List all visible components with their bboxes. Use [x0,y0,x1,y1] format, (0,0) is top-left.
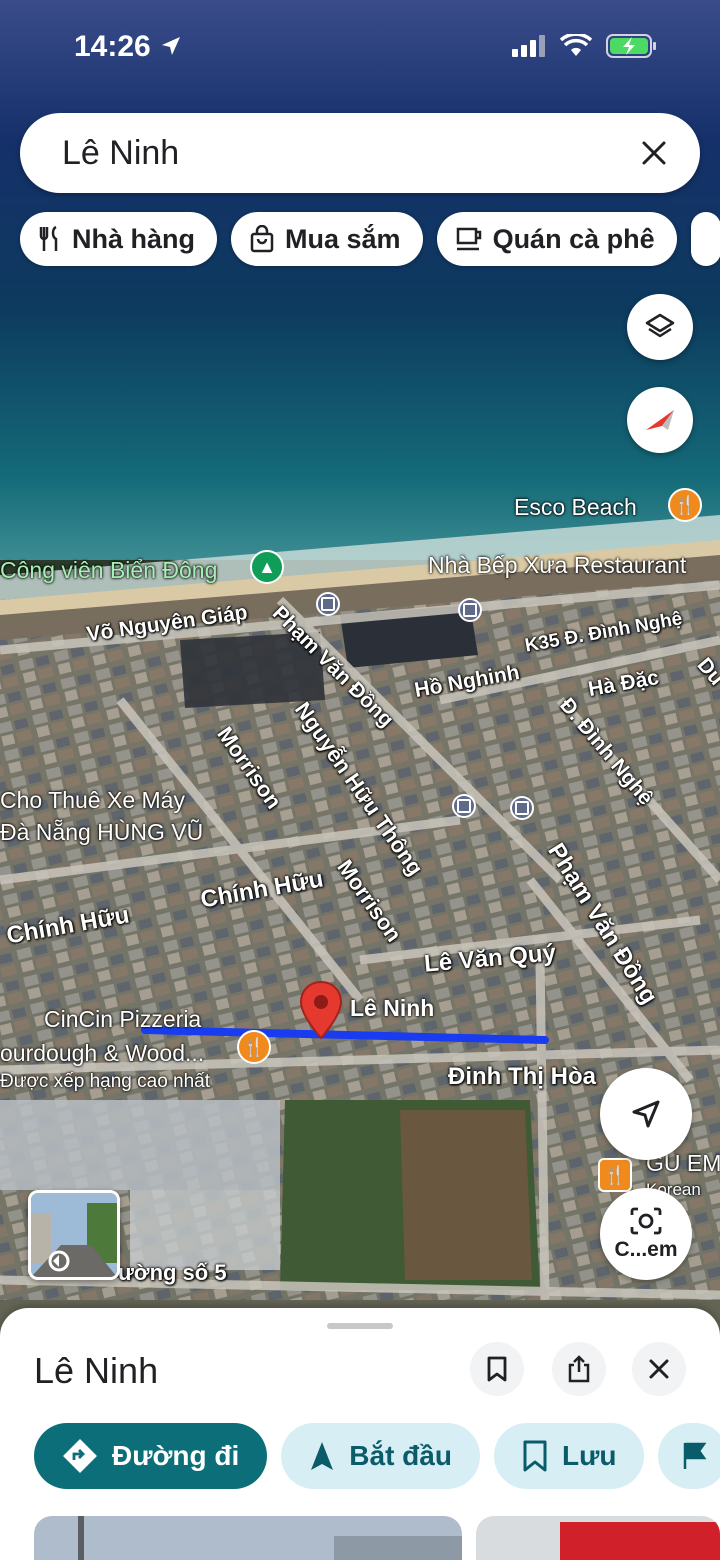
search-input[interactable]: Lê Ninh [62,134,634,173]
search-bar[interactable]: Lê Ninh [20,113,700,193]
bus-stop-icon[interactable] [452,794,476,818]
poi-cincin-rating: Được xếp hạng cao nhất [0,1071,211,1092]
directions-button[interactable]: Đường đi [34,1423,268,1489]
chip-label: Mua sắm [285,223,401,254]
park-pin-icon[interactable]: ▲ [250,550,284,584]
save-button[interactable]: Lưu [493,1423,645,1489]
poi-esco-beach[interactable]: Esco Beach [514,494,637,521]
chip-more[interactable] [690,212,720,266]
share-icon [568,1355,590,1383]
place-photo[interactable] [476,1516,720,1560]
coffee-cup-icon [456,227,481,251]
camera-label: C...em [614,1238,678,1261]
navigation-arrow-icon [311,1442,334,1470]
share-button[interactable] [552,1342,606,1396]
layers-button[interactable] [627,294,693,360]
place-title: Lê Ninh [34,1350,159,1391]
poi-cho-thue-xe-may[interactable]: Cho Thuê Xe Máy [0,787,185,814]
battery-charging-icon [606,34,656,58]
poi-cho-thue-xe-may-line2[interactable]: Đà Nẵng HÙNG VŨ [0,819,203,846]
place-photo-image [34,1516,462,1560]
action-label: Bắt đầu [349,1440,452,1471]
shopping-bag-icon [250,225,274,253]
camera-lens-icon [630,1207,662,1235]
restaurant-pin-icon[interactable]: 🍴 [668,488,702,522]
poi-cincin-pizzeria[interactable]: CinCin Pizzeria [44,1006,201,1033]
place-photo-image [476,1516,720,1560]
start-button[interactable]: Bắt đầu [281,1423,480,1489]
poi-nha-bep-xua[interactable]: Nhà Bếp Xưa Restaurant [428,552,686,579]
bookmark-icon [523,1440,547,1472]
drag-handle[interactable] [327,1323,393,1329]
close-icon [649,1359,669,1379]
signal-icon [512,35,545,57]
selected-location-pin-icon[interactable] [298,980,344,1040]
my-location-button[interactable] [600,1068,692,1160]
bus-stop-icon[interactable] [316,592,340,616]
category-chips: Nhà hàng Mua sắm Quán cà phê [20,212,720,268]
location-arrow-icon [159,30,183,63]
clock: 14:26 [74,30,151,63]
camera-search-button[interactable]: C...em [600,1188,692,1280]
poi-cong-vien-bien-dong[interactable]: Công viên Biển Đông [0,557,217,584]
chip-restaurants[interactable]: Nhà hàng [20,212,218,266]
restaurant-pin-icon[interactable]: 🍴 [237,1030,271,1064]
clear-search-button[interactable] [634,133,674,173]
pin-label: Lê Ninh [350,995,435,1021]
layers-icon [645,313,675,338]
bookmark-icon [487,1356,507,1382]
close-icon [642,141,666,165]
action-row: Đường đi Bắt đầu Lưu [34,1423,720,1489]
more-action-button[interactable] [658,1423,720,1489]
flag-icon [684,1442,707,1469]
action-label: Lưu [561,1440,617,1471]
place-photo[interactable] [34,1516,462,1560]
save-icon-button[interactable] [470,1342,524,1396]
close-sheet-button[interactable] [632,1342,686,1396]
street-view-thumbnail[interactable] [28,1190,120,1280]
chip-label: Nhà hàng [72,223,196,254]
compass-icon [646,410,674,430]
chip-coffee[interactable]: Quán cà phê [436,212,677,266]
bus-stop-icon[interactable] [458,598,482,622]
action-label: Đường đi [112,1440,240,1471]
status-time: 14:26 [74,30,183,64]
navigation-arrow-icon [632,1100,660,1128]
status-icons [512,34,658,58]
street-label: Đinh Thị Hòa [448,1063,596,1090]
directions-icon [63,1439,97,1473]
place-bottom-sheet[interactable]: Lê Ninh Đường đi Bắt đầu Lưu [0,1308,720,1560]
status-bar: 14:26 [0,0,720,100]
restaurant-pin-icon[interactable]: 🍴 [598,1158,632,1192]
chip-shopping[interactable]: Mua sắm [231,212,423,266]
street-view-image [31,1193,117,1277]
compass-button[interactable] [627,387,693,453]
street-label: ường số 5 [118,1260,227,1285]
bus-stop-icon[interactable] [510,796,534,820]
fork-knife-icon [39,225,58,251]
poi-cincin-subtitle[interactable]: ourdough & Wood... [0,1040,204,1067]
chip-label: Quán cà phê [492,223,655,254]
wifi-icon [560,34,592,56]
